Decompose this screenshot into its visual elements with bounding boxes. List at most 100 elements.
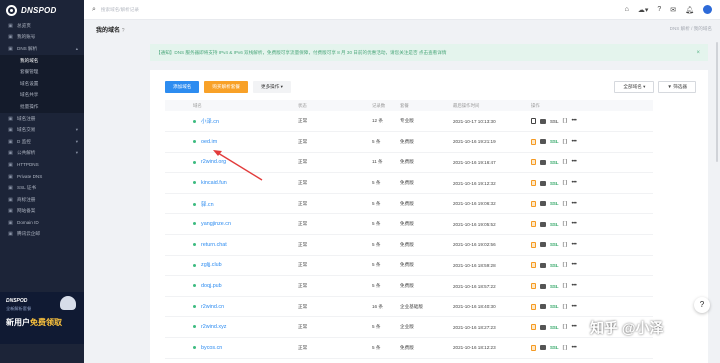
edit-icon[interactable]: ⟦⟧	[563, 262, 568, 268]
ssl-button[interactable]: SSL	[550, 325, 559, 330]
domain-link[interactable]: 驿.cn	[193, 193, 298, 215]
lock-icon[interactable]	[531, 241, 536, 248]
table-row[interactable]: yangjinze.cn 正常 5 条免费版 2021-10-16 19:05:52 S…	[165, 213, 653, 236]
row-checkbox[interactable]	[165, 213, 193, 236]
domain-name[interactable]: 驿.cn	[201, 202, 214, 208]
ssl-button[interactable]: SSL	[550, 304, 559, 309]
row-checkbox[interactable]	[165, 296, 193, 318]
floating-help-button[interactable]: ?	[694, 297, 710, 313]
table-row[interactable]: zgljj.club 正常 5 条免费版 2021-10-16 18:59:28 SSL…	[165, 255, 653, 277]
row-checkbox[interactable]	[165, 193, 193, 215]
domain-link[interactable]: bycos.cn	[193, 337, 298, 359]
edit-icon[interactable]: ⟦⟧	[563, 139, 568, 145]
monitor-icon[interactable]	[540, 159, 546, 165]
table-row[interactable]: oed.im 正常 5 条免费版 2021-10-16 19:21:19 SSL ⟦⟧ ••…	[165, 131, 653, 153]
more-icon[interactable]: •••	[572, 159, 577, 165]
domain-link[interactable]: yangjinze.cn	[193, 213, 298, 236]
sidebar-item-items2-0[interactable]: ▣ 域名注册	[0, 113, 84, 125]
scrollbar[interactable]	[716, 42, 718, 162]
ssl-button[interactable]: SSL	[550, 345, 559, 350]
monitor-icon[interactable]	[540, 283, 546, 289]
more-icon[interactable]: •••	[572, 304, 577, 310]
sidebar-item-sub-0[interactable]: 我的域名	[0, 54, 84, 67]
col-time[interactable]: 最后操作时间	[453, 100, 531, 111]
sidebar-item-sub-4[interactable]: 批量操作	[0, 101, 84, 113]
ssl-button[interactable]: SSL	[550, 181, 559, 186]
table-row[interactable]: bycos.cn 正常 5 条免费版 2021-10-16 18:12:23 SSL ⟦⟧…	[165, 337, 653, 359]
sidebar-item-sub-2[interactable]: 域名设置	[0, 77, 84, 90]
more-actions-button[interactable]: 更多操作 ▾	[252, 81, 291, 93]
row-checkbox[interactable]	[165, 172, 193, 194]
lock-icon[interactable]	[531, 221, 536, 228]
cloud-icon[interactable]: ☁▾	[638, 6, 649, 14]
domain-name[interactable]: bycos.cn	[201, 345, 222, 351]
edit-icon[interactable]: ⟦⟧	[563, 201, 568, 207]
help-question-icon[interactable]: ?	[122, 28, 125, 34]
domain-name[interactable]: zgljj.club	[201, 262, 222, 268]
sidebar-item-items2-4[interactable]: ▣ HTTPDNS	[0, 159, 84, 171]
col-domain[interactable]: 域名	[193, 100, 298, 111]
more-icon[interactable]: •••	[572, 324, 577, 330]
ssl-button[interactable]: SSL	[550, 222, 559, 227]
monitor-icon[interactable]	[540, 304, 546, 310]
sidebar-item-items-2[interactable]: ▣ DNS 解析 ▴	[0, 43, 84, 55]
table-row[interactable]: 小泽.cn 正常 12 条专业版 2021-10-17 10:13:30 SSL ⟦⟧ ••…	[165, 111, 653, 133]
domain-link[interactable]: r2wind.cn	[193, 296, 298, 318]
ssl-button[interactable]: SSL	[550, 242, 559, 247]
lock-icon[interactable]	[531, 283, 536, 290]
edit-icon[interactable]: ⟦⟧	[563, 304, 568, 310]
monitor-icon[interactable]	[540, 242, 546, 248]
domain-link[interactable]: zgljj.club	[193, 255, 298, 277]
sidebar-item-items2-5[interactable]: ▣ Private DNS	[0, 171, 84, 183]
row-checkbox[interactable]	[165, 316, 193, 339]
table-row[interactable]: r2wind.cn 正常 16 条企业基础版 2021-10-16 18:40:30 S…	[165, 296, 653, 318]
monitor-icon[interactable]	[540, 324, 546, 330]
search-input[interactable]: 搜索域名/解析记录	[101, 7, 139, 13]
buy-bundle-button[interactable]: 购买解析套餐	[204, 81, 248, 93]
domain-name[interactable]: r2wind.org	[201, 159, 226, 165]
ssl-button[interactable]: SSL	[550, 284, 559, 289]
sidebar-item-sub-1[interactable]: 套餐管理	[0, 66, 84, 78]
row-checkbox[interactable]	[165, 131, 193, 153]
sidebar-item-items-1[interactable]: ▣ 我的账号	[0, 32, 84, 44]
monitor-icon[interactable]	[540, 201, 546, 207]
table-row[interactable]: kincaid.fun 正常 5 条免费版 2021-10-16 19:12:32 SS…	[165, 172, 653, 194]
edit-icon[interactable]: ⟦⟧	[563, 159, 568, 165]
more-icon[interactable]: •••	[572, 118, 577, 124]
table-row[interactable]: r2wind.org 正常 11 条免费版 2021-10-16 19:16:47 SS…	[165, 152, 653, 174]
sidebar-item-items2-3[interactable]: ▣ 公共解析 ▾	[0, 148, 84, 160]
domain-filter-select[interactable]: 全部域名 ▾	[614, 81, 655, 93]
lock-icon[interactable]	[531, 324, 536, 331]
ssl-button[interactable]: SSL	[550, 201, 559, 206]
domain-name[interactable]: return.chat	[201, 242, 227, 248]
table-row[interactable]: return.chat 正常 5 条免费版 2021-10-16 19:02:56 SS…	[165, 234, 653, 256]
monitor-icon[interactable]	[540, 180, 546, 186]
monitor-icon[interactable]	[540, 345, 546, 351]
table-row[interactable]: 驿.cn 正常 5 条免费版 2021-10-16 19:06:32 SSL ⟦⟧ •••	[165, 193, 653, 215]
promo-banner[interactable]: DNSPOD 全新解析套餐 新用户免费领取	[0, 292, 84, 344]
table-row[interactable]: doqj.pub 正常 5 条免费版 2021-10-16 18:57:22 SSL ⟦⟧…	[165, 275, 653, 297]
row-checkbox[interactable]	[165, 337, 193, 359]
domain-name[interactable]: r2wind.cn	[201, 304, 224, 310]
edit-icon[interactable]: ⟦⟧	[563, 221, 568, 227]
domain-link[interactable]: r2wind.xyz	[193, 316, 298, 339]
more-icon[interactable]: •••	[572, 262, 577, 268]
more-icon[interactable]: •••	[572, 283, 577, 289]
sidebar-item-sub-3[interactable]: 域名共享	[0, 89, 84, 102]
lock-icon[interactable]	[531, 344, 536, 351]
col-status[interactable]: 状态	[298, 100, 372, 111]
edit-icon[interactable]: ⟦⟧	[563, 242, 568, 248]
row-checkbox[interactable]	[165, 152, 193, 174]
sidebar-item-items-0[interactable]: ▣ 总览页	[0, 20, 84, 32]
col-records[interactable]: 记录数	[372, 100, 400, 111]
bell-icon[interactable]: 🔔︎	[685, 6, 694, 14]
more-icon[interactable]: •••	[572, 180, 577, 186]
notice-text[interactable]: 【通知】DNS 服务器即将支持 IPv4 & IPv6 双栈解析，免费版可享流量…	[156, 50, 446, 56]
brand-logo[interactable]: DNSPOD	[0, 0, 84, 20]
more-icon[interactable]: •••	[572, 139, 577, 145]
edit-icon[interactable]: ⟦⟧	[563, 180, 568, 186]
more-icon[interactable]: •••	[572, 201, 577, 207]
sidebar-item-items2-1[interactable]: ▣ 域名交易 ▾	[0, 124, 84, 136]
ssl-button[interactable]: SSL	[550, 160, 559, 165]
domain-name[interactable]: doqj.pub	[201, 283, 222, 289]
